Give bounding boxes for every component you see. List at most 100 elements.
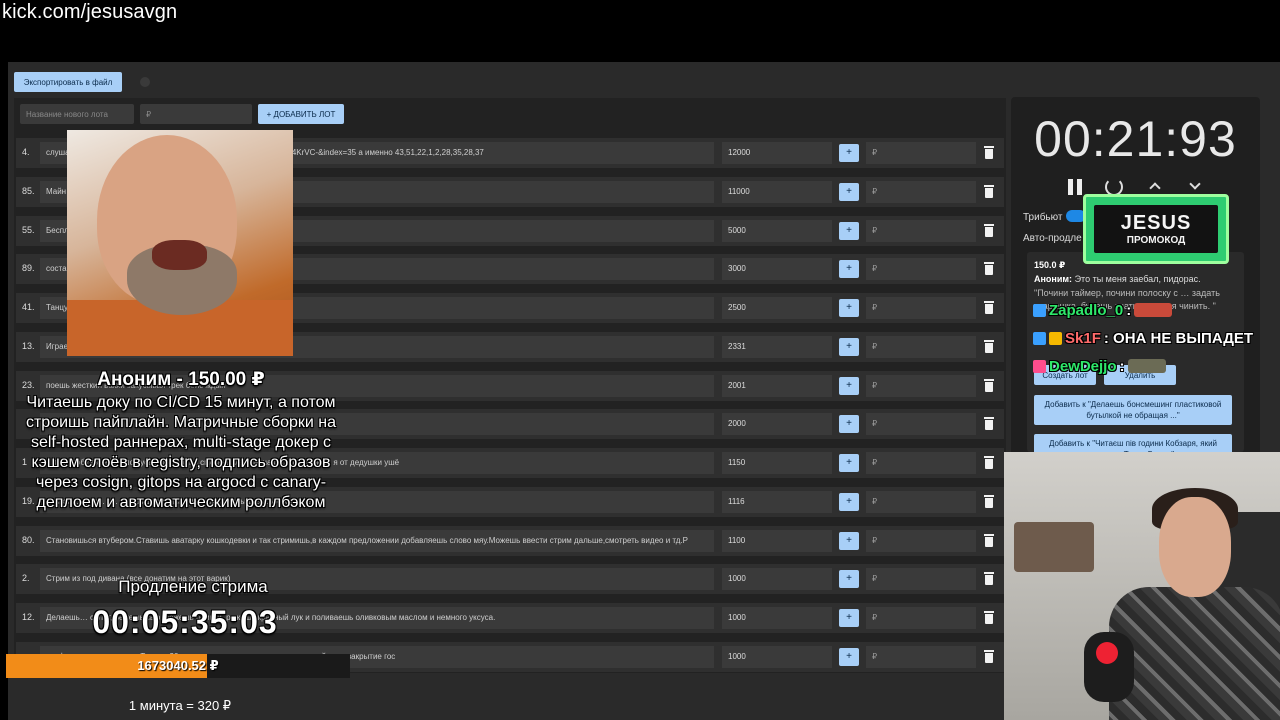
chat-username: Zapadlo_0 [1049, 301, 1124, 319]
donation-message: Аноним: Это ты меня заебал, пидорас. [1034, 273, 1234, 285]
extension-timer: 00:05:35:03 [92, 604, 278, 640]
lot-add-amount-input[interactable]: ₽ [866, 452, 976, 474]
export-button[interactable]: Экспортировать в файл [14, 72, 122, 92]
lot-amount-input[interactable]: 1000 [722, 646, 832, 668]
lot-add-button[interactable]: + [839, 183, 859, 201]
chat-message: DewDejjo : [1033, 356, 1166, 376]
chat-message: Zapadlo_0 : [1033, 300, 1173, 320]
lot-amount-input[interactable]: 11000 [722, 181, 832, 203]
add-lot-button[interactable]: + ДОБАВИТЬ ЛОТ [258, 104, 344, 124]
lot-add-amount-input[interactable]: ₽ [866, 336, 976, 358]
trash-icon[interactable] [984, 262, 994, 275]
lot-add-amount-input[interactable]: ₽ [866, 646, 976, 668]
chat-badge-icon [1033, 303, 1046, 317]
donation-author: Аноним: [1034, 274, 1073, 284]
lot-add-amount-input[interactable]: ₽ [866, 181, 976, 203]
emote-icon [1127, 359, 1166, 373]
lot-add-amount-input[interactable]: ₽ [866, 375, 976, 397]
donation-amount: 150.0 ₽ [1034, 260, 1066, 270]
lot-name-input[interactable]: Становишься втубером.Ставишь аватарку ко… [40, 530, 714, 552]
trash-icon[interactable] [984, 611, 994, 624]
new-lot-price-input[interactable]: ₽ [140, 104, 252, 124]
status-dot [140, 77, 150, 87]
lot-add-amount-input[interactable]: ₽ [866, 491, 976, 513]
tribute-label: Трибьют [1023, 212, 1063, 223]
lot-add-button[interactable]: + [839, 415, 859, 433]
lot-add-button[interactable]: + [839, 454, 859, 472]
lot-row: 80. Становишься втубером.Ставишь аватарку… [16, 526, 1004, 556]
lot-add-amount-input[interactable]: ₽ [866, 607, 976, 629]
promo-title: JESUS [1120, 212, 1192, 234]
lot-amount-input[interactable]: 1100 [722, 530, 832, 552]
chat-text: : [1119, 357, 1125, 375]
donation-alert-title: Аноним - 150.00 ₽ [97, 369, 265, 390]
donation-alert-image [67, 130, 293, 356]
lot-amount-input[interactable]: 2331 [722, 336, 832, 358]
trash-icon[interactable] [984, 650, 994, 663]
chat-badge-icon [1033, 331, 1046, 345]
lot-amount-input[interactable]: 5000 [722, 220, 832, 242]
trash-icon[interactable] [984, 224, 994, 237]
auction-timer: 00:21:93 [1034, 111, 1237, 167]
chat-text: : ОНА НЕ ВЫПАДЕТ [1103, 329, 1254, 347]
trash-icon[interactable] [984, 185, 994, 198]
trash-icon[interactable] [984, 146, 994, 159]
lot-add-button[interactable]: + [839, 493, 859, 511]
lot-amount-input[interactable]: 3000 [722, 258, 832, 280]
lot-amount-input[interactable]: 1116 [722, 491, 832, 513]
lot-amount-input[interactable]: 12000 [722, 142, 832, 164]
lot-add-button[interactable]: + [839, 338, 859, 356]
lot-add-button[interactable]: + [839, 260, 859, 278]
lot-add-amount-input[interactable]: ₽ [866, 568, 976, 590]
chat-text: : [1126, 301, 1132, 319]
chat-message: Sk1F : ОНА НЕ ВЫПАДЕТ [1033, 328, 1253, 348]
promo-subtitle: ПРОМОКОД [1126, 235, 1186, 246]
trash-icon[interactable] [984, 301, 994, 314]
lot-amount-input[interactable]: 2001 [722, 375, 832, 397]
trash-icon[interactable] [984, 534, 994, 547]
trash-icon[interactable] [984, 572, 994, 585]
rate-label: 1 минута = 320 ₽ [128, 698, 232, 713]
promo-banner: JESUS ПРОМОКОД [1083, 194, 1229, 264]
lot-add-amount-input[interactable]: ₽ [866, 142, 976, 164]
add-to-lot-button[interactable]: Добавить к "Делаешь бонсмешинг пластиков… [1034, 395, 1232, 425]
lot-add-amount-input[interactable]: ₽ [866, 258, 976, 280]
lot-add-amount-input[interactable]: ₽ [866, 530, 976, 552]
lot-amount-input[interactable]: 2000 [722, 413, 832, 435]
donation-alert-message: Читаешь доку по CI/CD 15 минут, а потом … [25, 394, 337, 511]
progress-amount: 1673040.52 ₽ [137, 658, 219, 673]
lot-add-button[interactable]: + [839, 532, 859, 550]
lot-amount-input[interactable]: 1150 [722, 452, 832, 474]
lot-add-button[interactable]: + [839, 299, 859, 317]
trash-icon[interactable] [984, 417, 994, 430]
chat-badge-icon [1033, 359, 1046, 373]
auto-extend-label: Авто-продле [1023, 233, 1082, 244]
lot-add-button[interactable]: + [839, 377, 859, 395]
trash-icon[interactable] [984, 379, 994, 392]
lot-amount-input[interactable]: 1000 [722, 568, 832, 590]
lot-add-amount-input[interactable]: ₽ [866, 413, 976, 435]
pause-icon[interactable] [1066, 178, 1084, 196]
lot-amount-input[interactable]: 2500 [722, 297, 832, 319]
new-lot-name-input[interactable]: Название нового лота [20, 104, 134, 124]
lot-add-button[interactable]: + [839, 609, 859, 627]
donation-text: Это ты меня заебал, пидорас. [1074, 274, 1201, 284]
lot-add-button[interactable]: + [839, 222, 859, 240]
chat-badge-icon [1049, 331, 1062, 345]
lot-amount-input[interactable]: 1000 [722, 607, 832, 629]
emote-icon [1134, 303, 1173, 317]
webcam-feed [1004, 452, 1280, 720]
page-url: kick.com/jesusavgn [2, 1, 178, 23]
trash-icon[interactable] [984, 340, 994, 353]
chat-username: Sk1F [1065, 329, 1101, 347]
donation-progress-bar: 1673040.52 ₽ [6, 654, 350, 678]
extension-label: Продление стрима [118, 577, 268, 596]
lot-add-amount-input[interactable]: ₽ [866, 220, 976, 242]
lot-add-button[interactable]: + [839, 144, 859, 162]
lot-add-button[interactable]: + [839, 570, 859, 588]
chat-username: DewDejjo [1049, 357, 1117, 375]
lot-add-amount-input[interactable]: ₽ [866, 297, 976, 319]
lot-add-button[interactable]: + [839, 648, 859, 666]
trash-icon[interactable] [984, 495, 994, 508]
trash-icon[interactable] [984, 456, 994, 469]
